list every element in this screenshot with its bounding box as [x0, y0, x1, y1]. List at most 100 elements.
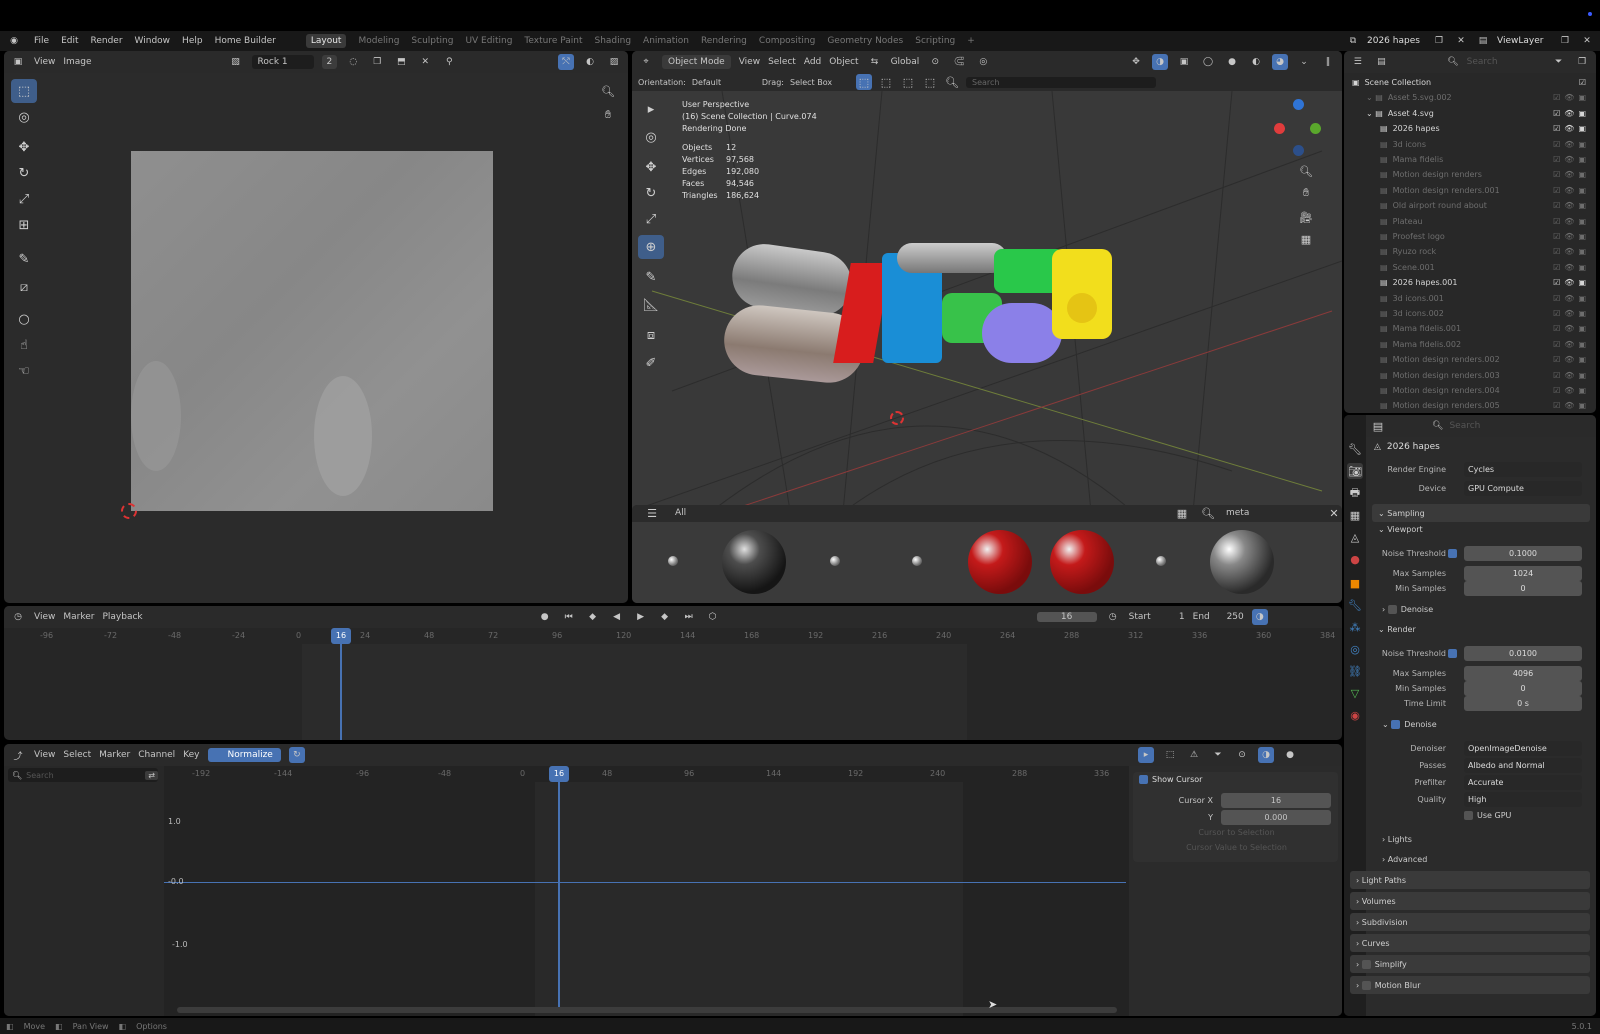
visibility-toggle-icon[interactable]: ☑👁︎▣	[1553, 324, 1590, 333]
device-dropdown[interactable]: GPU Compute	[1464, 480, 1582, 496]
tab-sculpting[interactable]: Sculpting	[411, 36, 453, 46]
delete-viewlayer-icon[interactable]: ✕	[1579, 33, 1595, 49]
timeline-editor-icon[interactable]: ◷	[10, 609, 26, 625]
viewport-menu-view[interactable]: View	[739, 57, 760, 67]
vp-camera-icon[interactable]: 🎥︎	[1298, 209, 1314, 225]
preview-range-icon[interactable]: ◷	[1105, 609, 1121, 625]
only-selected-icon[interactable]: ▸	[1138, 747, 1154, 763]
relax-tool-icon[interactable]: ☝	[11, 333, 37, 357]
toggle-sidebar-icon[interactable]: ‖	[1320, 54, 1336, 70]
viewport-menu-object[interactable]: Object	[829, 57, 858, 67]
vp-annotate-tool-icon[interactable]: ✎	[638, 265, 664, 289]
outliner-row[interactable]: ▤ Mama fidelis ☑👁︎▣	[1344, 152, 1596, 167]
asset-search-field[interactable]: meta	[1226, 508, 1316, 518]
simplify-panel[interactable]: › Simplify	[1350, 955, 1590, 973]
tab-shading[interactable]: Shading	[594, 36, 631, 46]
delete-scene-icon[interactable]: ✕	[1453, 33, 1469, 49]
particles-tab-icon[interactable]: ⁂	[1347, 619, 1363, 635]
r-noise-field[interactable]: 0.0100	[1464, 645, 1582, 661]
show-cursor-checkbox[interactable]	[1139, 775, 1148, 784]
material-thumbnail-7[interactable]	[1156, 556, 1166, 566]
gizmo-toggle-icon[interactable]: ✥	[1128, 54, 1144, 70]
lights-subpanel[interactable]: › Lights	[1382, 835, 1412, 844]
visibility-toggle-icon[interactable]: ☑👁︎▣	[1553, 93, 1590, 102]
select-mode-icon[interactable]: ⬚	[855, 74, 872, 90]
snap-icon[interactable]: 🧲︎	[951, 54, 967, 70]
visibility-toggle-icon[interactable]: ☑	[1579, 78, 1590, 87]
menu-help[interactable]: Help	[182, 36, 203, 46]
visibility-toggle-icon[interactable]: ☑👁︎▣	[1553, 124, 1590, 133]
visibility-toggle-icon[interactable]: ☑👁︎▣	[1553, 201, 1590, 210]
visibility-toggle-icon[interactable]: ☑👁︎▣	[1553, 278, 1590, 287]
graph-menu-view[interactable]: View	[34, 750, 55, 760]
physics-tab-icon[interactable]: ◎	[1347, 641, 1363, 657]
outliner-row[interactable]: ▤ Scene.001 ☑👁︎▣	[1344, 260, 1596, 275]
visibility-toggle-icon[interactable]: ☑👁︎▣	[1553, 155, 1590, 164]
outliner-row[interactable]: ▤ Proofest logo ☑👁︎▣	[1344, 229, 1596, 244]
jump-end-icon[interactable]: ⏭	[681, 609, 697, 625]
play-icon[interactable]: ▶	[633, 609, 649, 625]
visibility-toggle-icon[interactable]: ☑👁︎▣	[1553, 217, 1590, 226]
graph-current-frame[interactable]: 16	[549, 766, 569, 782]
outliner-editor-icon[interactable]: ☰	[1350, 54, 1366, 70]
graph-menu-marker[interactable]: Marker	[99, 750, 130, 760]
vp-min-samples-field[interactable]: 0	[1464, 580, 1582, 596]
fcurve-line[interactable]	[164, 882, 1126, 883]
move-tool-icon[interactable]: ✥	[11, 135, 37, 159]
viewport-editor-type-icon[interactable]: ⌖	[638, 54, 654, 70]
show-hidden-icon[interactable]: ⬚	[1162, 747, 1178, 763]
end-field[interactable]: 250	[1218, 612, 1244, 622]
zoom-icon[interactable]: 🔍︎	[600, 83, 616, 99]
graph-h-scrollbar[interactable]	[177, 1007, 1117, 1013]
visibility-toggle-icon[interactable]: ☑👁︎▣	[1553, 109, 1590, 118]
keyframe-type-icon[interactable]: ⬡	[705, 609, 721, 625]
select-extend-icon[interactable]: ⬚	[878, 74, 894, 90]
cursor-y-field[interactable]: 0.000	[1221, 810, 1331, 825]
visibility-toggle-icon[interactable]: ☑👁︎▣	[1553, 309, 1590, 318]
graph-snap-icon[interactable]: ●	[1282, 747, 1298, 763]
gizmo-neg-z-icon[interactable]	[1293, 145, 1304, 156]
next-keyframe-icon[interactable]: ◆	[657, 609, 673, 625]
channel-filter-icon[interactable]: ⇄	[145, 770, 158, 780]
add-workspace-button[interactable]: +	[967, 36, 975, 46]
asset-display-icon[interactable]: ▦	[1174, 505, 1190, 521]
open-image-icon[interactable]: ⬒	[393, 54, 409, 70]
overlay-icon[interactable]: ◐	[582, 54, 598, 70]
vp-max-samples-field[interactable]: 1024	[1464, 565, 1582, 581]
motion-blur-panel[interactable]: › Motion Blur	[1350, 976, 1590, 994]
viewlayer-icon[interactable]: ▤	[1475, 33, 1491, 49]
pivot-icon[interactable]: ⊙	[927, 54, 943, 70]
outliner-row[interactable]: ⌄ ▤ Asset 4.svg ☑👁︎▣	[1344, 106, 1596, 121]
select-tool-icon[interactable]: ⬚	[11, 79, 37, 103]
normalize-toggle[interactable]: Normalize	[207, 748, 281, 762]
select-invert-icon[interactable]: ⬚	[922, 74, 938, 90]
pinch-tool-icon[interactable]: ☜	[11, 359, 37, 383]
outliner-search-input[interactable]: Search	[1467, 57, 1535, 67]
cursor-tool-icon[interactable]: ◎	[11, 105, 37, 129]
transform-orientation-icon[interactable]: ⇆	[867, 54, 883, 70]
timeline-current-frame[interactable]: 16	[331, 628, 351, 644]
outliner-row[interactable]: ▤ 3d icons.002 ☑👁︎▣	[1344, 306, 1596, 321]
outliner-row[interactable]: ▣ Scene Collection ☑	[1344, 75, 1596, 90]
new-collection-icon[interactable]: ❐	[1574, 54, 1590, 70]
cursor-to-selection-button[interactable]: Cursor to Selection	[1139, 828, 1334, 837]
props-search-input[interactable]: Search	[1449, 421, 1509, 431]
viewport-menu-select[interactable]: Select	[768, 57, 796, 67]
r-denoise-subpanel[interactable]: ⌄ Denoise	[1382, 720, 1437, 729]
xray-icon[interactable]: ▣	[1176, 54, 1192, 70]
vp-rotate-tool-icon[interactable]: ↻	[638, 181, 664, 205]
solid-shading-icon[interactable]: ●	[1224, 54, 1240, 70]
outliner-row[interactable]: ▤ Plateau ☑👁︎▣	[1344, 214, 1596, 229]
graph-menu-select[interactable]: Select	[63, 750, 91, 760]
menu-home-builder[interactable]: Home Builder	[215, 36, 276, 46]
channel-search-input[interactable]: Search	[26, 771, 141, 780]
gizmo-z-icon[interactable]	[1293, 99, 1304, 110]
tab-rendering[interactable]: Rendering	[701, 36, 747, 46]
scene-icon[interactable]: ⧉	[1345, 33, 1361, 49]
transform-tool-icon[interactable]: ⊞	[11, 213, 37, 237]
vp-select-tool-icon[interactable]: ▸	[638, 97, 664, 121]
render-subpanel[interactable]: ⌄ Render	[1378, 625, 1416, 634]
outliner-row[interactable]: ▤ Old airport round about ☑👁︎▣	[1344, 198, 1596, 213]
outliner-filter-icon[interactable]: ⏷	[1551, 54, 1567, 70]
tab-texture-paint[interactable]: Texture Paint	[524, 36, 582, 46]
